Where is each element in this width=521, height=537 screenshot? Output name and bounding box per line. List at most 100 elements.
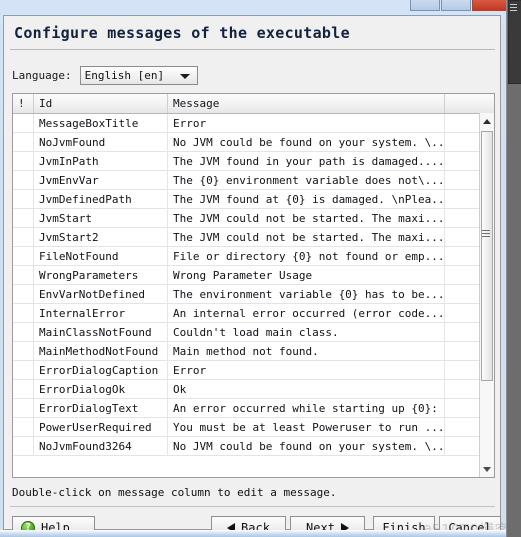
table-row[interactable]: NoJvmFound No JVM could be found on your … [13,133,494,152]
cell-id: ErrorDialogText [34,399,168,417]
table-row[interactable]: WrongParameters Wrong Parameter Usage [13,266,494,285]
table-row[interactable]: JvmEnvVar The {0} environment variable do… [13,171,494,190]
cell-message[interactable]: The JVM found in your path is damaged...… [168,152,445,170]
messages-table: ! Id Message MessageBoxTitle Error NoJvmFo… [12,93,495,478]
cell-message[interactable]: Wrong Parameter Usage [168,266,445,284]
cell-flag [13,304,34,322]
table-row[interactable]: MainClassNotFound Couldn't load main clas… [13,323,494,342]
column-header-id[interactable]: Id [34,94,168,113]
table-row[interactable]: MainMethodNotFound Main method not found. [13,342,494,361]
cell-id: JvmInPath [34,152,168,170]
page-title: Configure messages of the executable [14,24,350,42]
cell-extra [445,361,481,379]
cell-message[interactable]: Main method not found. [168,342,445,360]
edit-hint-text: Double-click on message column to edit a… [12,486,337,499]
column-header-message[interactable]: Message [168,94,445,113]
column-header-flag[interactable]: ! [13,94,34,113]
cell-message[interactable]: File or directory {0} not found or emp..… [168,247,445,265]
cell-flag [13,114,34,132]
cell-message[interactable]: The {0} environment variable does not\..… [168,171,445,189]
window-frame: Configure messages of the executable Lan… [0,0,518,537]
cell-id: ErrorDialogOk [34,380,168,398]
scrollbar-grip-icon [482,230,490,241]
cell-message[interactable]: The JVM found at {0} is damaged. \nPlea.… [168,190,445,208]
cell-extra [445,171,481,189]
cell-id: ErrorDialogCaption [34,361,168,379]
page-vertical-scrollbar[interactable] [506,0,521,537]
cell-id: MainMethodNotFound [34,342,168,360]
scroll-up-arrow-icon[interactable] [483,119,491,124]
cell-extra [445,323,481,341]
cell-message[interactable]: An internal error occurred (error code..… [168,304,445,322]
cell-id: WrongParameters [34,266,168,284]
cell-message[interactable]: An error occurred while starting up {0}: [168,399,445,417]
cell-flag [13,361,34,379]
cell-extra [445,285,481,303]
language-select[interactable]: English [en] [79,66,198,85]
table-row[interactable]: ErrorDialogOk Ok [13,380,494,399]
cell-extra [445,247,481,265]
cell-id: EnvVarNotDefined [34,285,168,303]
cell-id: PowerUserRequired [34,418,168,436]
screenshot-root: Configure messages of the executable Lan… [0,0,521,537]
cell-extra [445,418,481,436]
table-row[interactable]: FileNotFound File or directory {0} not fo… [13,247,494,266]
table-row[interactable]: ErrorDialogText An error occurred while s… [13,399,494,418]
cell-extra [445,190,481,208]
cell-flag [13,171,34,189]
cell-extra [445,133,481,151]
cell-message[interactable]: Couldn't load main class. [168,323,445,341]
cell-extra [445,399,481,417]
scrollbar-thumb[interactable] [481,131,493,381]
cell-id: JvmStart [34,209,168,227]
cell-message[interactable]: The environment variable {0} has to be..… [168,285,445,303]
cell-flag [13,380,34,398]
table-row[interactable]: JvmDefinedPath The JVM found at {0} is da… [13,190,494,209]
cell-id: JvmDefinedPath [34,190,168,208]
cell-message[interactable]: The JVM could not be started. The maxi..… [168,228,445,246]
cell-id: NoJvmFound [34,133,168,151]
cell-flag [13,285,34,303]
cell-extra [445,266,481,284]
table-row[interactable]: PowerUserRequired You must be at least Po… [13,418,494,437]
cell-flag [13,228,34,246]
cell-id: JvmEnvVar [34,171,168,189]
table-header-row: ! Id Message [13,94,494,114]
cell-message[interactable]: The JVM could not be started. The maxi..… [168,209,445,227]
cell-message[interactable]: You must be at least Poweruser to run ..… [168,418,445,436]
table-body: MessageBoxTitle Error NoJvmFound No JVM cou… [13,114,494,477]
cell-extra [445,342,481,360]
table-row[interactable]: JvmInPath The JVM found in your path is d… [13,152,494,171]
cell-extra [445,380,481,398]
language-row: Language: English [en] [12,66,198,85]
page-scrollbar-grip-icon [510,4,517,13]
table-row[interactable]: EnvVarNotDefined The environment variable… [13,285,494,304]
scroll-down-arrow-icon[interactable] [483,467,491,472]
language-selected-value: English [en] [84,69,165,82]
minimize-button[interactable] [410,0,440,11]
cell-flag [13,247,34,265]
table-row[interactable]: NoJvmFound3264 No JVM could be found on y… [13,437,494,456]
cell-flag [13,266,34,284]
table-row[interactable]: MessageBoxTitle Error [13,114,494,133]
cell-message[interactable]: Error [168,361,445,379]
table-row[interactable]: JvmStart2 The JVM could not be started. T… [13,228,494,247]
table-row[interactable]: JvmStart The JVM could not be started. Th… [13,209,494,228]
cell-id: FileNotFound [34,247,168,265]
column-header-extra[interactable] [445,94,481,113]
cell-message[interactable]: Ok [168,380,445,398]
cell-flag [13,323,34,341]
table-vertical-scrollbar[interactable] [479,113,494,477]
cell-flag [13,152,34,170]
cell-flag [13,437,34,455]
table-row[interactable]: InternalError An internal error occurred … [13,304,494,323]
cell-flag [13,399,34,417]
maximize-button[interactable] [441,0,471,11]
cell-message[interactable]: Error [168,114,445,132]
table-row[interactable]: ErrorDialogCaption Error [13,361,494,380]
cell-message[interactable]: No JVM could be found on your system. \.… [168,133,445,151]
configure-messages-dialog: Configure messages of the executable Lan… [3,15,510,537]
cell-id: InternalError [34,304,168,322]
cell-message[interactable]: No JVM could be found on your system. \.… [168,437,445,455]
cell-extra [445,437,481,455]
